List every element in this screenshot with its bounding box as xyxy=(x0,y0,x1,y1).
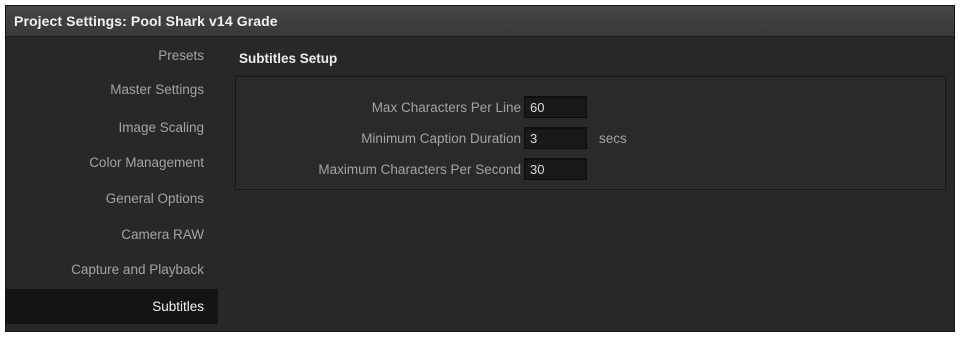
duration-unit-label: secs xyxy=(599,131,627,146)
section-title: Subtitles Setup xyxy=(239,51,338,66)
maximum-characters-per-second-label: Maximum Characters Per Second xyxy=(318,162,521,177)
sidebar-item-presets[interactable]: Presets xyxy=(6,38,218,73)
field-row-max-characters-per-line: Max Characters Per Line xyxy=(236,96,947,120)
field-row-minimum-caption-duration: Minimum Caption Duration secs xyxy=(236,127,947,151)
minimum-caption-duration-label: Minimum Caption Duration xyxy=(361,131,521,146)
max-characters-per-line-label: Max Characters Per Line xyxy=(371,100,521,115)
sidebar-item-capture-and-playback[interactable]: Capture and Playback xyxy=(6,252,218,287)
sidebar-item-camera-raw[interactable]: Camera RAW xyxy=(6,217,218,252)
sidebar-item-subtitles[interactable]: Subtitles xyxy=(6,289,218,324)
sidebar-item-general-options[interactable]: General Options xyxy=(6,181,218,216)
sidebar-item-image-scaling[interactable]: Image Scaling xyxy=(6,110,218,145)
project-settings-window: Project Settings: Pool Shark v14 Grade P… xyxy=(5,5,955,332)
window-title: Project Settings: Pool Shark v14 Grade xyxy=(14,13,278,29)
max-characters-per-line-input[interactable] xyxy=(524,96,587,118)
sidebar-item-master-settings[interactable]: Master Settings xyxy=(6,72,218,107)
field-row-maximum-characters-per-second: Maximum Characters Per Second xyxy=(236,158,947,182)
settings-sidebar: Presets Master Settings Image Scaling Co… xyxy=(6,38,218,332)
title-bar[interactable]: Project Settings: Pool Shark v14 Grade xyxy=(6,6,954,37)
maximum-characters-per-second-input[interactable] xyxy=(524,158,587,180)
minimum-caption-duration-input[interactable] xyxy=(524,127,587,149)
subtitles-setup-group: Max Characters Per Line Minimum Caption … xyxy=(235,76,946,190)
sidebar-item-color-management[interactable]: Color Management xyxy=(6,145,218,180)
